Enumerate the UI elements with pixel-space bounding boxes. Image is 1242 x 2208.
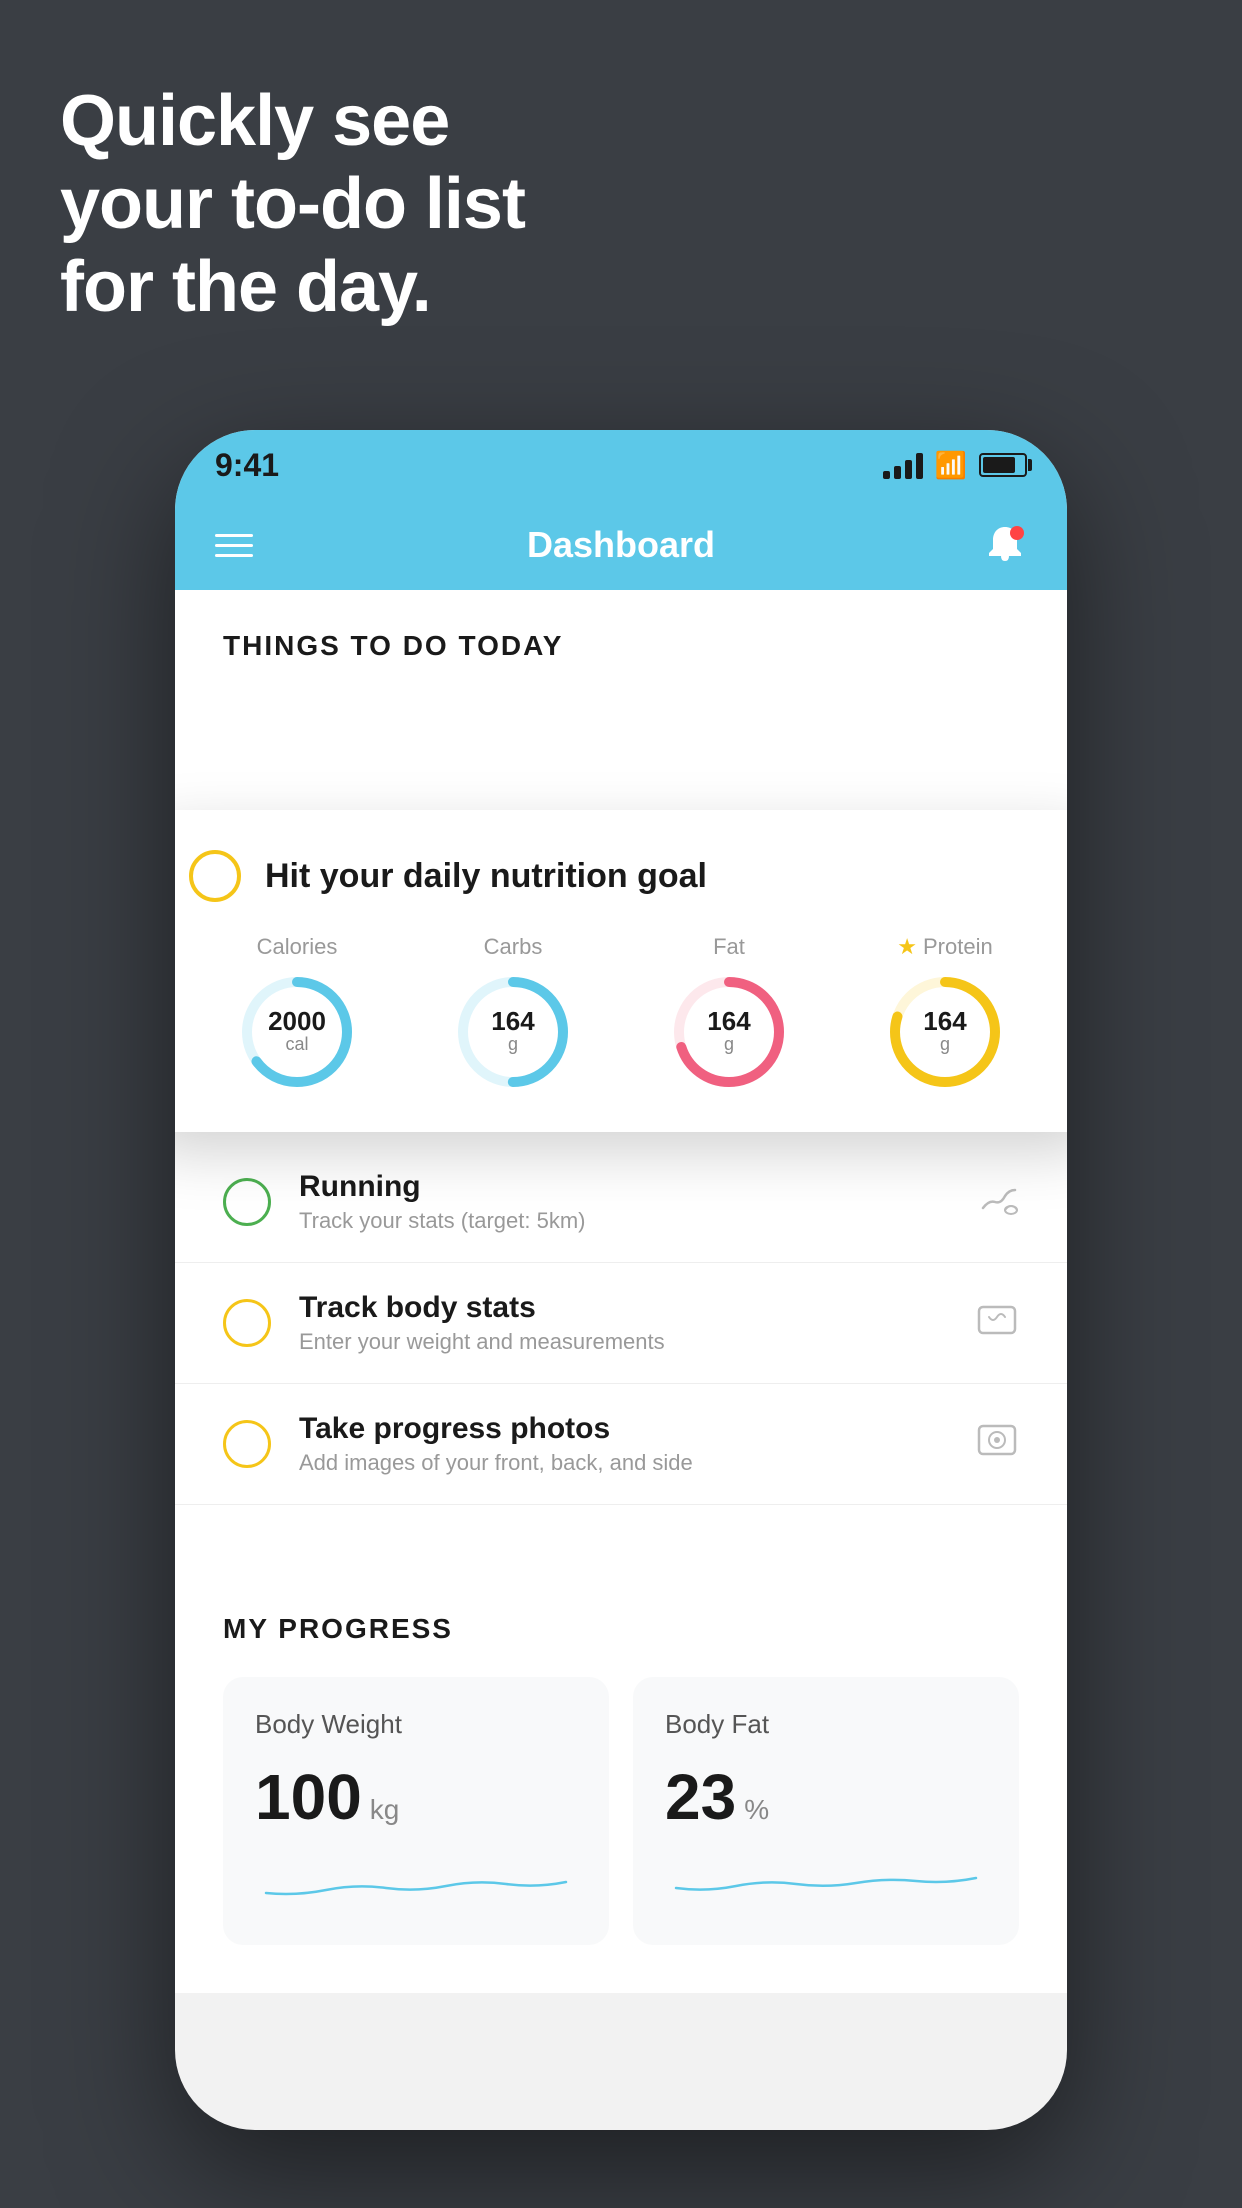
body-weight-title: Body Weight xyxy=(255,1709,577,1740)
protein-unit: g xyxy=(923,1034,966,1056)
body-fat-chart xyxy=(665,1858,987,1908)
nutrition-circles: Calories 2000 cal Carbs xyxy=(189,934,1053,1092)
calories-label: Calories xyxy=(257,934,338,960)
todo-list: Running Track your stats (target: 5km) T… xyxy=(175,1142,1067,1505)
headline-line3: for the day. xyxy=(60,246,525,329)
fat-unit: g xyxy=(707,1034,750,1056)
menu-icon[interactable] xyxy=(215,534,253,557)
progress-photos-title: Take progress photos xyxy=(299,1412,975,1446)
progress-section-title: MY PROGRESS xyxy=(223,1613,1019,1645)
body-weight-card[interactable]: Body Weight 100 kg xyxy=(223,1677,609,1945)
headline-line2: your to-do list xyxy=(60,163,525,246)
progress-photos-text: Take progress photos Add images of your … xyxy=(299,1412,975,1476)
progress-cards: Body Weight 100 kg Body Fat 23 % xyxy=(223,1677,1019,1945)
nutrition-card: Hit your daily nutrition goal Calories 2… xyxy=(175,810,1067,1132)
running-circle xyxy=(223,1178,271,1226)
protein-ring: 164 g xyxy=(885,972,1005,1092)
photo-icon xyxy=(975,1418,1019,1471)
calories-item: Calories 2000 cal xyxy=(237,934,357,1092)
fat-ring: 164 g xyxy=(669,972,789,1092)
progress-photos-circle xyxy=(223,1420,271,1468)
body-weight-chart xyxy=(255,1858,577,1908)
progress-photos-subtitle: Add images of your front, back, and side xyxy=(299,1450,975,1476)
body-fat-card[interactable]: Body Fat 23 % xyxy=(633,1677,1019,1945)
content-area: THINGS TO DO TODAY Hit your daily nutrit… xyxy=(175,590,1067,1993)
running-icon xyxy=(975,1180,1019,1225)
header-title: Dashboard xyxy=(527,524,715,566)
body-stats-title: Track body stats xyxy=(299,1291,975,1325)
nutrition-check-circle[interactable] xyxy=(189,850,241,902)
body-fat-unit: % xyxy=(744,1794,769,1826)
protein-item: ★ Protein 164 g xyxy=(885,934,1005,1092)
app-header: Dashboard xyxy=(175,500,1067,590)
bell-icon[interactable] xyxy=(983,523,1027,567)
things-section-header: THINGS TO DO TODAY xyxy=(175,590,1067,682)
protein-value: 164 xyxy=(923,1008,966,1034)
todo-item-progress-photos[interactable]: Take progress photos Add images of your … xyxy=(175,1384,1067,1505)
calories-ring: 2000 cal xyxy=(237,972,357,1092)
body-fat-title: Body Fat xyxy=(665,1709,987,1740)
battery-icon xyxy=(979,453,1027,477)
body-weight-value-row: 100 kg xyxy=(255,1760,577,1834)
body-weight-number: 100 xyxy=(255,1760,362,1834)
headline: Quickly see your to-do list for the day. xyxy=(60,80,525,328)
running-text: Running Track your stats (target: 5km) xyxy=(299,1170,975,1234)
progress-section: MY PROGRESS Body Weight 100 kg Body Fat xyxy=(175,1565,1067,1993)
todo-item-body-stats[interactable]: Track body stats Enter your weight and m… xyxy=(175,1263,1067,1384)
scale-icon xyxy=(975,1297,1019,1350)
body-fat-value-row: 23 % xyxy=(665,1760,987,1834)
status-bar: 9:41 📶 xyxy=(175,430,1067,500)
wifi-icon: 📶 xyxy=(935,450,967,481)
body-stats-circle xyxy=(223,1299,271,1347)
body-stats-subtitle: Enter your weight and measurements xyxy=(299,1329,975,1355)
carbs-unit: g xyxy=(491,1034,534,1056)
fat-item: Fat 164 g xyxy=(669,934,789,1092)
body-weight-unit: kg xyxy=(370,1794,400,1826)
calories-value: 2000 xyxy=(268,1008,326,1034)
body-fat-number: 23 xyxy=(665,1760,736,1834)
protein-label: ★ Protein xyxy=(897,934,992,960)
star-icon: ★ xyxy=(897,934,917,960)
carbs-label: Carbs xyxy=(484,934,543,960)
carbs-item: Carbs 164 g xyxy=(453,934,573,1092)
status-icons: 📶 xyxy=(883,450,1027,481)
fat-value: 164 xyxy=(707,1008,750,1034)
running-subtitle: Track your stats (target: 5km) xyxy=(299,1208,975,1234)
carbs-value: 164 xyxy=(491,1008,534,1034)
status-time: 9:41 xyxy=(215,447,279,484)
body-stats-text: Track body stats Enter your weight and m… xyxy=(299,1291,975,1355)
phone-frame: 9:41 📶 Dashboard xyxy=(175,430,1067,2130)
running-title: Running xyxy=(299,1170,975,1204)
carbs-ring: 164 g xyxy=(453,972,573,1092)
signal-icon xyxy=(883,451,923,479)
calories-unit: cal xyxy=(268,1034,326,1056)
todo-item-running[interactable]: Running Track your stats (target: 5km) xyxy=(175,1142,1067,1263)
nutrition-card-title: Hit your daily nutrition goal xyxy=(265,857,707,896)
fat-label: Fat xyxy=(713,934,745,960)
headline-line1: Quickly see xyxy=(60,80,525,163)
